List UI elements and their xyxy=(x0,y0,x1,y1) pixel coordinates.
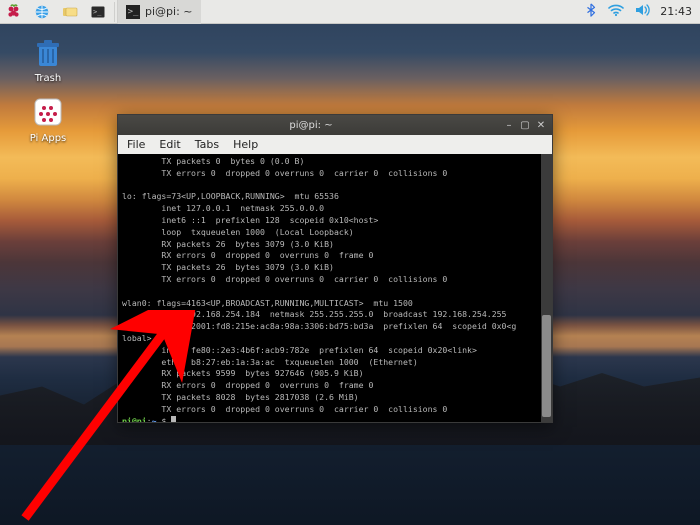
terminal-launcher-icon[interactable]: >_ xyxy=(84,0,112,24)
volume-icon[interactable] xyxy=(634,3,650,20)
desktop-icon-piapps[interactable]: Pi Apps xyxy=(18,94,78,144)
scrollbar-thumb[interactable] xyxy=(542,315,551,417)
window-minimize-button[interactable]: – xyxy=(502,118,516,132)
window-close-button[interactable]: ✕ xyxy=(534,118,548,132)
terminal-window: pi@pi: ~ – ▢ ✕ File Edit Tabs Help TX pa… xyxy=(117,114,553,423)
terminal-menubar: File Edit Tabs Help xyxy=(118,135,552,154)
menu-edit[interactable]: Edit xyxy=(152,138,187,151)
terminal-scrollbar[interactable] xyxy=(541,154,552,422)
file-manager-icon[interactable] xyxy=(56,0,84,24)
desktop-icon-label: Pi Apps xyxy=(18,133,78,144)
taskbar-item-label: pi@pi: ~ xyxy=(145,5,193,18)
wifi-icon[interactable] xyxy=(608,3,624,20)
terminal-icon: >_ xyxy=(126,5,140,19)
taskbar-separator xyxy=(114,2,115,22)
menu-file[interactable]: File xyxy=(120,138,152,151)
terminal-body[interactable]: TX packets 0 bytes 0 (0.0 B) TX errors 0… xyxy=(118,154,552,422)
window-maximize-button[interactable]: ▢ xyxy=(518,118,532,132)
window-titlebar[interactable]: pi@pi: ~ – ▢ ✕ xyxy=(118,115,552,135)
menu-help[interactable]: Help xyxy=(226,138,265,151)
menu-tabs[interactable]: Tabs xyxy=(188,138,226,151)
taskbar: >_ >_ pi@pi: ~ 21:43 xyxy=(0,0,700,24)
window-title: pi@pi: ~ xyxy=(122,120,500,131)
desktop-icon-label: Trash xyxy=(18,73,78,84)
piapps-icon xyxy=(30,94,66,130)
taskbar-item-terminal[interactable]: >_ pi@pi: ~ xyxy=(117,0,201,24)
svg-text:>_: >_ xyxy=(93,8,102,16)
menu-raspberry-icon[interactable] xyxy=(0,0,28,24)
trash-icon xyxy=(30,34,66,70)
web-browser-icon[interactable] xyxy=(28,0,56,24)
bluetooth-icon[interactable] xyxy=(584,3,598,20)
desktop-icon-trash[interactable]: Trash xyxy=(18,34,78,84)
clock[interactable]: 21:43 xyxy=(660,5,692,18)
terminal-output: TX packets 0 bytes 0 (0.0 B) TX errors 0… xyxy=(122,156,540,422)
